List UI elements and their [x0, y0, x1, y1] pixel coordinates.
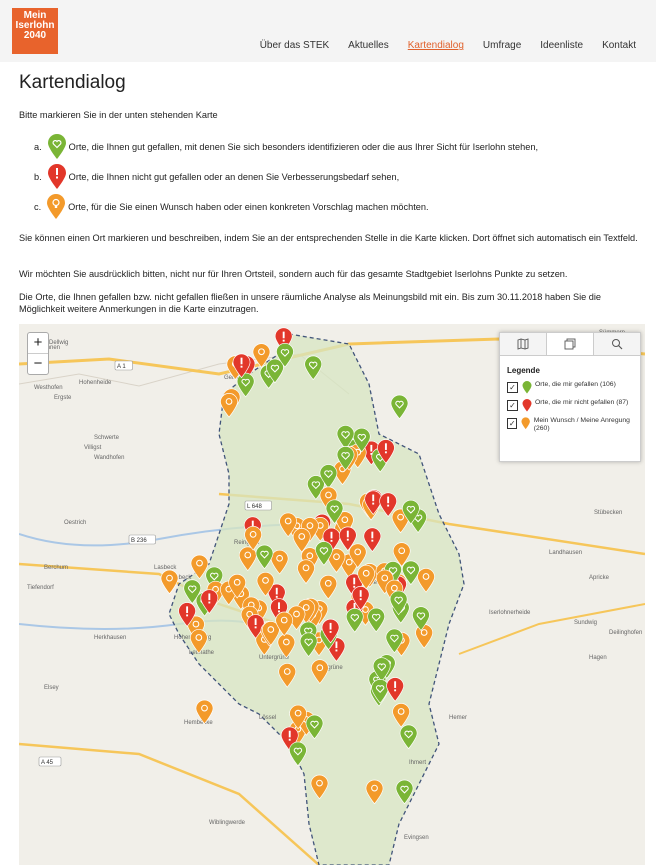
place-label: Berchum: [44, 565, 68, 571]
layers-tab-icon[interactable]: [547, 333, 594, 355]
nav-item-ideenliste[interactable]: Ideenliste: [540, 40, 583, 51]
place-label: Tiefendorf: [27, 585, 54, 591]
place-label: Herkhausen: [94, 635, 126, 641]
list-letter: b.: [34, 172, 42, 182]
place-label: Dellwig: [49, 340, 68, 346]
page-title: Kartendialog: [19, 72, 126, 93]
place-label: Hemer: [449, 715, 467, 721]
svg-text:A 45: A 45: [41, 760, 54, 766]
legend-item-dislike[interactable]: ✓ Orte, die mir nicht gefallen (87): [507, 399, 640, 412]
place-label: Wiblingwerde: [209, 820, 246, 826]
place-label: Lasbeck: [154, 565, 177, 571]
place-label: Hohenheide: [79, 380, 112, 386]
legend-label: Orte, die mir nicht gefallen (87): [535, 399, 629, 406]
legend-panel: Legende ✓ Orte, die mir gefallen (106) ✓…: [499, 332, 641, 462]
place-label: Apricke: [589, 575, 610, 581]
zoom-control: + −: [27, 332, 49, 375]
nav-item-kontakt[interactable]: Kontakt: [602, 40, 636, 51]
nav-item-aktuelles[interactable]: Aktuelles: [348, 40, 389, 51]
list-text: Orte, die Ihnen gut gefallen, mit denen …: [68, 142, 539, 152]
dislike-marker-icon: [47, 164, 66, 189]
zoom-in-button[interactable]: +: [28, 333, 48, 353]
map-tab-icon[interactable]: [500, 333, 547, 355]
list-letter: a.: [34, 142, 42, 152]
svg-text:A 1: A 1: [117, 364, 126, 370]
list-item-idea: c. Orte, für die Sie einen Wunsch haben …: [34, 194, 429, 220]
place-label: Iserlohnerheide: [489, 610, 531, 616]
dislike-marker-icon: [522, 399, 532, 412]
place-label: Oestrich: [64, 520, 86, 526]
list-item-dislike: b. Orte, die Ihnen nicht gut gefallen od…: [34, 164, 399, 190]
paragraph-request: Wir möchten Sie ausdrücklich bitten, nic…: [19, 269, 568, 279]
checkbox-dislike[interactable]: ✓: [507, 400, 518, 411]
zoom-out-button[interactable]: −: [28, 353, 48, 374]
place-label: Westhofen: [34, 385, 63, 391]
nav-item-kartendialog[interactable]: Kartendialog: [408, 40, 464, 51]
road-shield: L 648: [244, 500, 272, 511]
paragraph-how-to: Sie können einen Ort markieren und besch…: [19, 233, 638, 243]
place-label: Ihmert: [409, 760, 426, 766]
place-label: Letmathe: [189, 650, 215, 656]
road-shield: B 236: [128, 534, 156, 545]
place-label: Elsey: [44, 685, 59, 691]
place-label: Lössel: [259, 715, 276, 721]
legend-label: Orte, die mir gefallen (106): [535, 381, 616, 388]
list-item-like: a. Orte, die Ihnen gut gefallen, mit den…: [34, 134, 538, 160]
intro-text: Bitte markieren Sie in der unten stehend…: [19, 110, 218, 120]
nav-item-ueber-das-stek[interactable]: Über das STEK: [260, 40, 329, 51]
site-header: Mein Iserlohn 2040 Über das STEK Aktuell…: [0, 0, 656, 62]
list-letter: c.: [34, 202, 42, 212]
legend-title: Legende: [507, 366, 540, 375]
idea-marker-icon: [47, 194, 66, 219]
legend-label: Mein Wunsch / Meine Anregung (260): [533, 417, 630, 432]
nav-item-umfrage[interactable]: Umfrage: [483, 40, 521, 51]
list-text: Orte, die Ihnen nicht gut gefallen oder …: [68, 172, 400, 182]
road-shield: A 45: [38, 756, 62, 767]
legend-item-idea[interactable]: ✓ Mein Wunsch / Meine Anregung (260): [507, 417, 640, 433]
list-text: Orte, für die Sie einen Wunsch haben ode…: [68, 202, 429, 212]
place-label: Hagen: [589, 655, 607, 661]
svg-text:B 236: B 236: [131, 538, 147, 544]
legend-item-like[interactable]: ✓ Orte, die mir gefallen (106): [507, 381, 640, 394]
place-label: Stübecken: [594, 510, 622, 516]
main-nav: Über das STEK Aktuelles Kartendialog Umf…: [260, 40, 636, 51]
checkbox-idea[interactable]: ✓: [507, 418, 518, 429]
place-label: Ergste: [54, 395, 72, 401]
place-label: Schwerte: [94, 435, 120, 441]
place-label: Landhausen: [549, 550, 582, 556]
place-label: Wandhofen: [94, 455, 124, 461]
place-label: Deilinghofen: [609, 630, 642, 636]
place-label: Evingsen: [404, 835, 429, 841]
logo-line-3: 2040: [23, 30, 47, 41]
idea-marker-icon: [521, 417, 531, 430]
legend-tabs: [500, 333, 640, 356]
place-label: Sundwig: [574, 620, 597, 626]
paragraph-deadline: Die Orte, die Ihnen gefallen bzw. nicht …: [19, 292, 602, 314]
road-shield: A 1: [114, 360, 133, 371]
map-canvas[interactable]: SchwerteGeiseckeHohenlimburgLetmatheOest…: [19, 324, 645, 865]
site-logo[interactable]: Mein Iserlohn 2040: [12, 8, 58, 54]
checkbox-like[interactable]: ✓: [507, 382, 518, 393]
place-label: Villigst: [84, 445, 102, 451]
like-marker-icon: [47, 134, 66, 159]
svg-text:L 648: L 648: [247, 504, 262, 510]
place-label: Hembecke: [184, 720, 213, 726]
search-tab-icon[interactable]: [594, 333, 640, 355]
like-marker-icon: [522, 381, 532, 394]
